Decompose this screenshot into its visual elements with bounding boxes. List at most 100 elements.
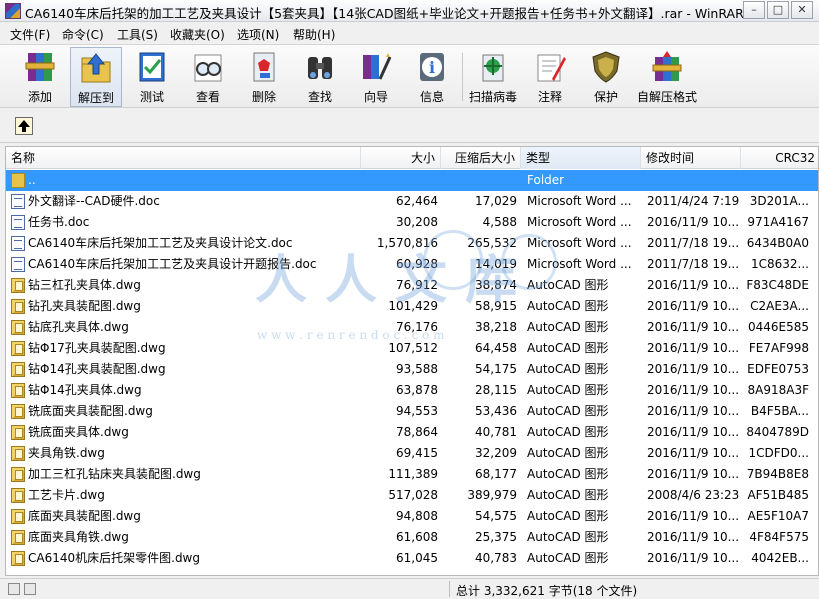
menu-help[interactable]: 帮助(H) [293, 26, 335, 43]
virus-scan-label: 扫描病毒 [468, 90, 517, 104]
delete-button[interactable]: 删除 [238, 47, 290, 107]
column-header-crc[interactable]: CRC32 [741, 147, 818, 169]
menu-file[interactable]: 文件(F) [10, 26, 50, 43]
file-packed: 17,029 [475, 194, 517, 208]
toolbar-separator [462, 53, 463, 101]
menu-bar: 文件(F) 命令(C) 工具(S) 收藏夹(O) 选项(N) 帮助(H) [0, 23, 819, 43]
file-name: 钻Φ14孔夹具装配图.dwg [28, 362, 166, 376]
table-row[interactable]: 钻Φ14孔夹具体.dwg 63,878 28,115 AutoCAD 图形 20… [6, 380, 818, 401]
view-button[interactable]: 查看 [182, 47, 234, 107]
shield-icon [592, 51, 620, 83]
close-button[interactable]: ✕ [791, 1, 813, 19]
table-row[interactable]: 钻Φ14孔夹具装配图.dwg 93,588 54,175 AutoCAD 图形 … [6, 359, 818, 380]
file-size: 76,176 [396, 320, 438, 334]
file-name: 钻底孔夹具体.dwg [28, 320, 129, 334]
column-header-type[interactable]: 类型 [521, 147, 641, 169]
view-label: 查看 [195, 90, 220, 104]
table-row[interactable]: 钻底孔夹具体.dwg 76,176 38,218 AutoCAD 图形 2016… [6, 317, 818, 338]
column-header-modified[interactable]: 修改时间 [641, 147, 741, 169]
menu-options[interactable]: 选项(N) [237, 26, 279, 43]
protect-label: 保护 [593, 90, 618, 104]
find-label: 查找 [307, 90, 332, 104]
add-button[interactable]: 添加 [14, 47, 66, 107]
file-list[interactable]: 名称 大小 压缩后大小 类型 修改时间 CRC32 .. Folder 外文翻译… [5, 146, 819, 576]
info-label: 信息 [419, 90, 444, 104]
file-crc: 8404789D [746, 425, 809, 439]
table-row[interactable]: 外文翻译--CAD硬件.doc 62,464 17,029 Microsoft … [6, 191, 818, 212]
find-button[interactable]: 查找 [294, 47, 346, 107]
file-modified: 2016/11/9 10... [647, 551, 739, 565]
key-icon[interactable] [24, 583, 36, 595]
winrar-app-icon[interactable] [5, 3, 21, 19]
file-name: 铣底面夹具装配图.dwg [28, 404, 153, 418]
column-header-packed[interactable]: 压缩后大小 [441, 147, 521, 169]
table-row[interactable]: 钻三杠孔夹具体.dwg 76,912 38,874 AutoCAD 图形 201… [6, 275, 818, 296]
table-row[interactable]: 底面夹具角铁.dwg 61,608 25,375 AutoCAD 图形 2016… [6, 527, 818, 548]
file-type: AutoCAD 图形 [527, 467, 609, 481]
file-size: 517,028 [388, 488, 438, 502]
test-button[interactable]: 测试 [126, 47, 178, 107]
menu-commands[interactable]: 命令(C) [62, 26, 104, 43]
table-row[interactable]: 钻Φ17孔夹具装配图.dwg 107,512 64,458 AutoCAD 图形… [6, 338, 818, 359]
arrow-up-icon [18, 120, 30, 132]
file-crc: F83C48DE [746, 278, 809, 292]
column-header-name[interactable]: 名称 [6, 147, 361, 169]
status-bar: 总计 3,332,621 字节(18 个文件) [0, 578, 819, 598]
minimize-button[interactable]: – [743, 1, 765, 19]
file-crc: FE7AF998 [748, 341, 809, 355]
autocad-dwg-icon [11, 530, 25, 545]
file-name: 夹具角铁.dwg [28, 446, 105, 460]
file-modified: 2016/11/9 10... [647, 341, 739, 355]
table-row[interactable]: 夹具角铁.dwg 69,415 32,209 AutoCAD 图形 2016/1… [6, 443, 818, 464]
file-type: Microsoft Word ... [527, 257, 632, 271]
table-row-parent[interactable]: .. Folder [6, 170, 818, 191]
file-size: 101,429 [388, 299, 438, 313]
table-row[interactable]: 任务书.doc 30,208 4,588 Microsoft Word ... … [6, 212, 818, 233]
comment-button[interactable]: 注释 [524, 47, 576, 107]
add-label: 添加 [27, 90, 52, 104]
table-row[interactable]: 加工三杠孔钻床夹具装配图.dwg 111,389 68,177 AutoCAD … [6, 464, 818, 485]
maximize-button[interactable]: □ [767, 1, 789, 19]
file-crc: C2AE3A... [750, 299, 809, 313]
table-row[interactable]: 铣底面夹具装配图.dwg 94,553 53,436 AutoCAD 图形 20… [6, 401, 818, 422]
extract-folder-icon [81, 53, 111, 83]
menu-favorites[interactable]: 收藏夹(O) [170, 26, 225, 43]
file-crc: 971A4167 [747, 215, 809, 229]
sfx-button[interactable]: 自解压格式 [636, 47, 698, 107]
table-row[interactable]: 钻孔夹具装配图.dwg 101,429 58,915 AutoCAD 图形 20… [6, 296, 818, 317]
file-type: AutoCAD 图形 [527, 425, 609, 439]
table-row[interactable]: CA6140车床后托架加工工艺及夹具设计开题报告.doc 60,928 14,0… [6, 254, 818, 275]
file-name: 底面夹具角铁.dwg [28, 530, 129, 544]
menu-tools[interactable]: 工具(S) [117, 26, 158, 43]
table-row[interactable]: CA6140车床后托架加工工艺及夹具设计论文.doc 1,570,816 265… [6, 233, 818, 254]
info-button[interactable]: i 信息 [406, 47, 458, 107]
autocad-dwg-icon [11, 509, 25, 524]
file-name: 任务书.doc [28, 215, 90, 229]
up-folder-button[interactable] [15, 117, 33, 135]
table-row[interactable]: 底面夹具装配图.dwg 94,808 54,575 AutoCAD 图形 201… [6, 506, 818, 527]
drive-icon[interactable] [8, 583, 20, 595]
file-packed: 28,115 [475, 383, 517, 397]
title-bar: CA6140车床后托架的加工工艺及夹具设计【5套夹具】【14张CAD图纸+毕业论… [0, 0, 819, 22]
wizard-button[interactable]: 向导 [350, 47, 402, 107]
file-modified: 2016/11/9 10... [647, 278, 739, 292]
extract-to-label: 解压到 [77, 91, 114, 105]
virus-scan-button[interactable]: 扫描病毒 [466, 47, 520, 107]
file-name: 钻孔夹具装配图.dwg [28, 299, 141, 313]
protect-button[interactable]: 保护 [580, 47, 632, 107]
status-summary: 总计 3,332,621 字节(18 个文件) [456, 584, 638, 598]
table-row[interactable]: 铣底面夹具体.dwg 78,864 40,781 AutoCAD 图形 2016… [6, 422, 818, 443]
table-row[interactable]: 工艺卡片.dwg 517,028 389,979 AutoCAD 图形 2008… [6, 485, 818, 506]
file-type: AutoCAD 图形 [527, 383, 609, 397]
file-crc: AF51B485 [747, 488, 809, 502]
file-modified: 2011/7/18 19... [647, 236, 739, 250]
file-size: 30,208 [396, 215, 438, 229]
table-row[interactable]: CA6140机床后托架零件图.dwg 61,045 40,783 AutoCAD… [6, 548, 818, 569]
file-modified: 2011/7/18 19... [647, 257, 739, 271]
file-type: AutoCAD 图形 [527, 362, 609, 376]
file-rows: .. Folder 外文翻译--CAD硬件.doc 62,464 17,029 … [6, 170, 818, 569]
column-header-size[interactable]: 大小 [361, 147, 441, 169]
wizard-label: 向导 [363, 90, 388, 104]
file-size: 107,512 [388, 341, 438, 355]
extract-to-button[interactable]: 解压到 [70, 47, 122, 107]
